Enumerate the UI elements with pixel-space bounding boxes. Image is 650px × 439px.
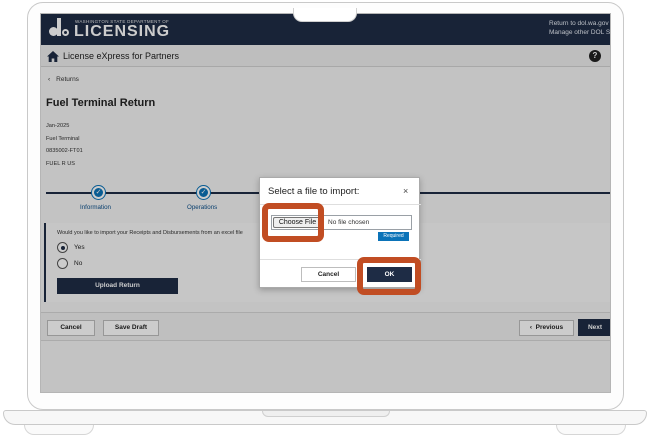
laptop-foot-right <box>556 425 626 435</box>
close-icon[interactable]: × <box>403 186 408 196</box>
laptop-foot-left <box>24 425 94 435</box>
required-badge: Required <box>378 232 409 241</box>
choose-file-highlight <box>262 203 324 242</box>
dialog-title: Select a file to import: <box>268 186 360 197</box>
dialog-cancel-button[interactable]: Cancel <box>301 267 356 282</box>
laptop-camera-notch <box>293 8 357 22</box>
laptop-screen: WASHINGTON STATE DEPARTMENT OF LICENSING… <box>40 13 611 393</box>
file-status: No file chosen <box>328 219 370 226</box>
laptop-trackpad-notch <box>262 411 390 417</box>
laptop-base <box>3 410 647 425</box>
ok-button-highlight <box>357 257 421 295</box>
